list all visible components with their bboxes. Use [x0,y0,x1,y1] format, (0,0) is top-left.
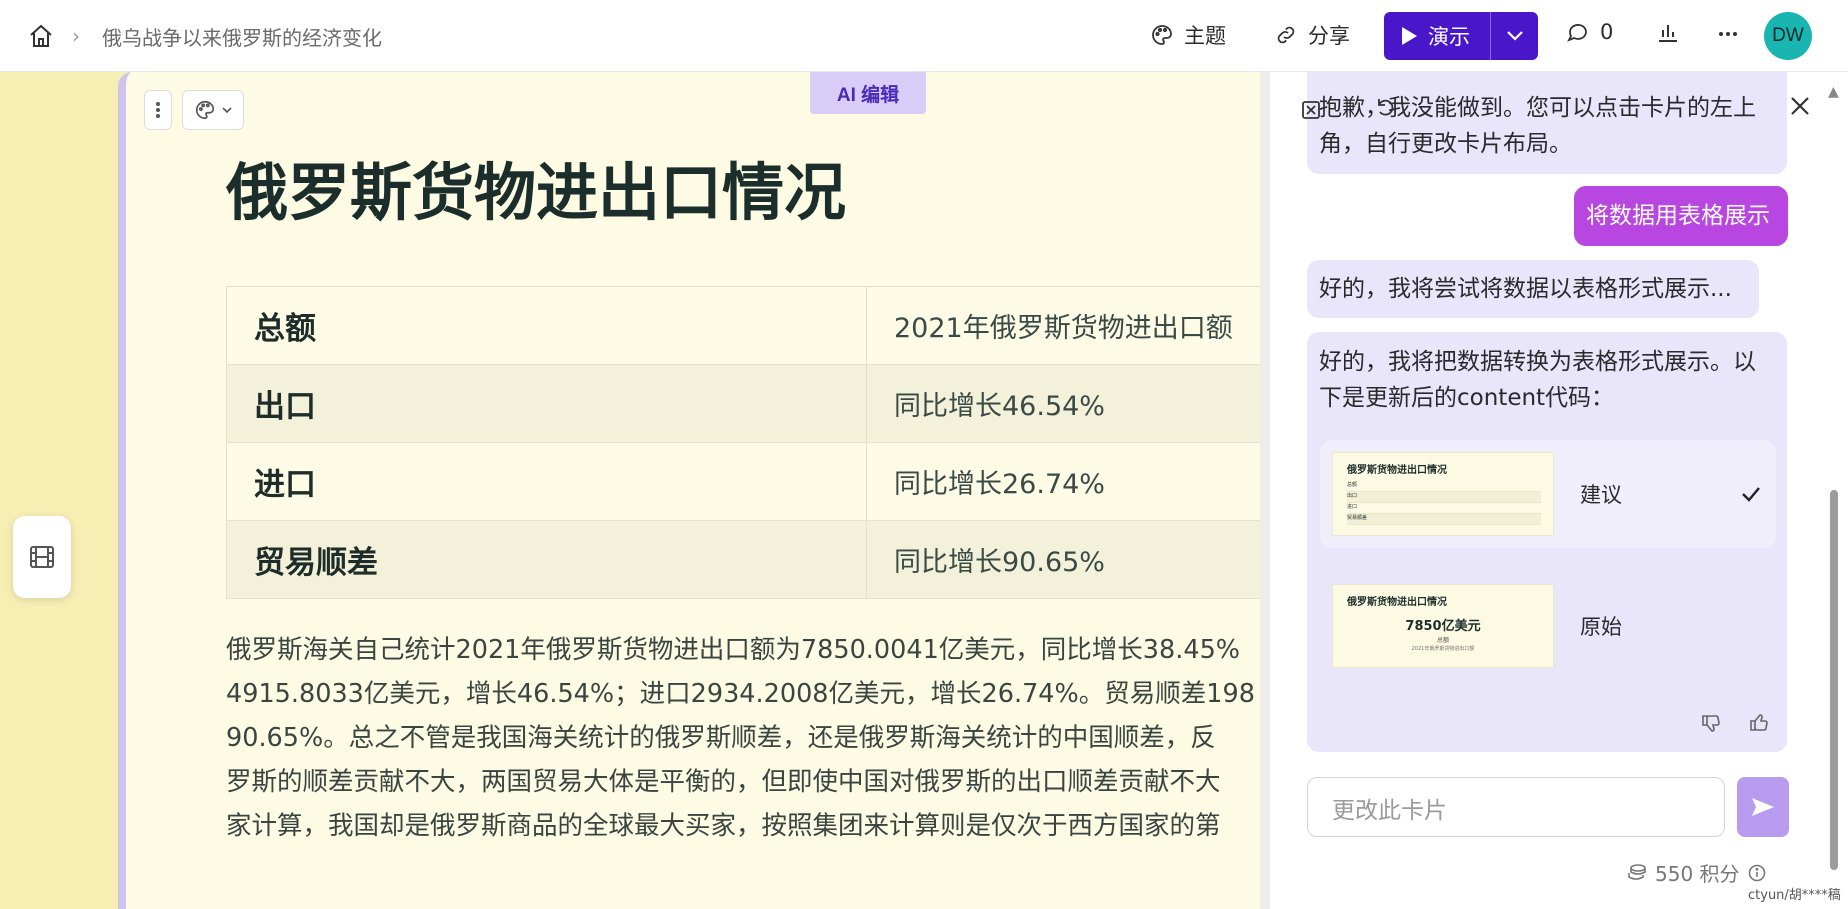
film-button[interactable] [13,516,71,598]
thumbnail-sub: 2021年俄罗斯货物进出口额 [1411,646,1475,652]
more-button[interactable] [1716,22,1740,46]
coins-icon [1628,863,1646,880]
paragraph-line: 家计算，我国却是俄罗斯商品的全球最大买家，按照集团来计算则是仅次于西方国家的第 [226,811,1221,841]
left-gutter [0,72,118,909]
ai-message: 好的，我将尝试将数据以表格形式展示... [1307,260,1759,318]
ai-message-line: 好的，我将把数据转换为表格形式展示。以 [1319,349,1756,375]
delete-icon[interactable] [1300,98,1322,120]
present-label: 演示 [1428,25,1470,49]
close-icon[interactable] [1788,94,1812,118]
palette-icon [1152,25,1172,45]
avatar[interactable]: DW [1764,12,1812,60]
thumbnail-original: 俄罗斯货物进出口情况 7850亿美元 总额 2021年俄罗斯货物进出口额 [1332,584,1554,668]
table-cell-value: 2021年俄罗斯货物进出口额 [866,286,1260,365]
user-message: 将数据用表格展示 [1574,186,1788,246]
thumbnail-row: 贸易顺差 [1347,514,1541,525]
panel-scrollbar[interactable] [1830,490,1838,870]
thumbnail-table: 总额 出口 进口 贸易顺差 [1347,481,1541,525]
share-label: 分享 [1308,24,1350,48]
ai-message-line: 下是更新后的content代码： [1319,385,1615,411]
more-horizontal-icon [1719,32,1737,36]
card-menu-button[interactable] [144,90,172,130]
info-icon[interactable] [1748,864,1766,882]
comments-button[interactable]: 0 [1566,20,1613,44]
table-cell-value: 同比增长90.65% [866,520,1260,599]
chevron-down-icon [222,106,232,113]
data-table: 总额 2021年俄罗斯货物进出口额 出口 同比增长46.54% 进口 同比增长2… [226,286,1260,599]
table-row: 进口 同比增长26.74% [226,442,1260,521]
thumbs-down-icon[interactable] [1700,712,1722,734]
table-cell-value: 同比增长46.54% [866,364,1260,443]
table-row: 总额 2021年俄罗斯货物进出口额 [226,286,1260,365]
analytics-button[interactable] [1656,20,1680,44]
palette-icon [196,100,215,120]
comment-icon [1567,24,1587,42]
comments-count: 0 [1600,20,1614,44]
option-suggested[interactable]: 俄罗斯货物进出口情况 总额 出口 进口 贸易顺差 建议 [1320,440,1776,548]
bar-chart-icon [1659,25,1677,42]
paragraph-line: 90.65%。总之不管是我国海关统计的俄罗斯顺差，还是俄罗斯海关统计的中国顺差，… [226,723,1216,753]
thumbnail-title: 俄罗斯货物进出口情况 [1347,465,1447,476]
table-cell-key: 出口 [226,364,867,443]
table-row: 贸易顺差 同比增长90.65% [226,520,1260,599]
watermark: ctyun/胡****稿 [1748,888,1841,903]
film-icon [30,546,54,568]
card-title[interactable]: 俄罗斯货物进出口情况 [226,142,846,232]
card-paragraph[interactable]: 俄罗斯海关自己统计2021年俄罗斯货物进出口额为7850.0041亿美元，同比增… [226,628,1260,848]
chat-input[interactable]: 更改此卡片 [1307,777,1725,837]
chevron-down-icon [1506,31,1523,41]
thumbnail-row: 进口 [1347,503,1541,514]
card-toolbar [144,90,244,130]
present-button-group: 演示 [1384,12,1538,60]
undo-icon[interactable] [1374,96,1396,118]
thumbnail-row: 出口 [1347,492,1541,503]
ai-message-line: 角，自行更改卡片布局。 [1319,131,1572,157]
table-row: 出口 同比增长46.54% [226,364,1260,443]
send-icon [1752,798,1774,816]
thumbnail-title: 俄罗斯货物进出口情况 [1347,597,1447,608]
link-icon [1277,26,1295,44]
scroll-up-arrow[interactable]: ▲ [1828,84,1839,100]
share-button[interactable]: 分享 [1274,20,1350,50]
home-icon[interactable] [28,24,54,48]
option-label: 原始 [1580,615,1622,639]
ai-edit-tab[interactable]: AI 编辑 [810,72,926,114]
more-vertical-icon [156,102,160,118]
theme-button[interactable]: 主题 [1150,20,1226,50]
credits-display[interactable]: 550 积分 [1627,858,1766,887]
top-bar: › 俄乌战争以来俄罗斯的经济变化 主题 分享 演示 0 DW [0,0,1848,72]
thumbnail-suggested: 俄罗斯货物进出口情况 总额 出口 进口 贸易顺差 [1332,452,1554,536]
card-style-button[interactable] [182,90,244,130]
chevron-right-icon: › [72,24,80,48]
table-cell-key: 进口 [226,442,867,521]
send-button[interactable] [1737,777,1789,837]
thumbs-up-icon[interactable] [1748,712,1770,734]
table-cell-value: 同比增长26.74% [866,442,1260,521]
paragraph-line: 俄罗斯海关自己统计2021年俄罗斯货物进出口额为7850.0041亿美元，同比增… [226,635,1241,665]
check-icon [1742,487,1760,502]
present-button[interactable]: 演示 [1384,12,1490,60]
table-cell-key: 贸易顺差 [226,520,867,599]
option-original[interactable]: 俄罗斯货物进出口情况 7850亿美元 总额 2021年俄罗斯货物进出口额 原始 [1320,572,1776,680]
thumbnail-row: 总额 [1347,481,1541,492]
play-icon [1402,27,1417,45]
paragraph-line: 罗斯的顺差贡献不大，两国贸易大体是平衡的，但即使中国对俄罗斯的出口顺差贡献不大 [226,767,1221,797]
present-dropdown-button[interactable] [1491,12,1538,60]
paragraph-line: 4915.8033亿美元，增长46.54%；进口2934.2008亿美元，增长2… [226,679,1255,709]
thumbnail-sub: 总额 [1436,637,1449,644]
option-label: 建议 [1580,483,1622,507]
ai-message: 抱歉，我没能做到。您可以点击卡片的左上 角，自行更改卡片布局。 [1307,72,1787,174]
slide-card: AI 编辑 俄罗斯货物进出口情况 总额 2021年俄罗斯货物进出口额 出口 同比… [118,72,1260,909]
credits-label: 550 积分 [1655,862,1740,886]
thumbnail-big-number: 7850亿美元 [1405,619,1481,634]
doc-title[interactable]: 俄乌战争以来俄罗斯的经济变化 [102,22,382,51]
theme-label: 主题 [1184,24,1226,48]
table-cell-key: 总额 [226,286,867,365]
